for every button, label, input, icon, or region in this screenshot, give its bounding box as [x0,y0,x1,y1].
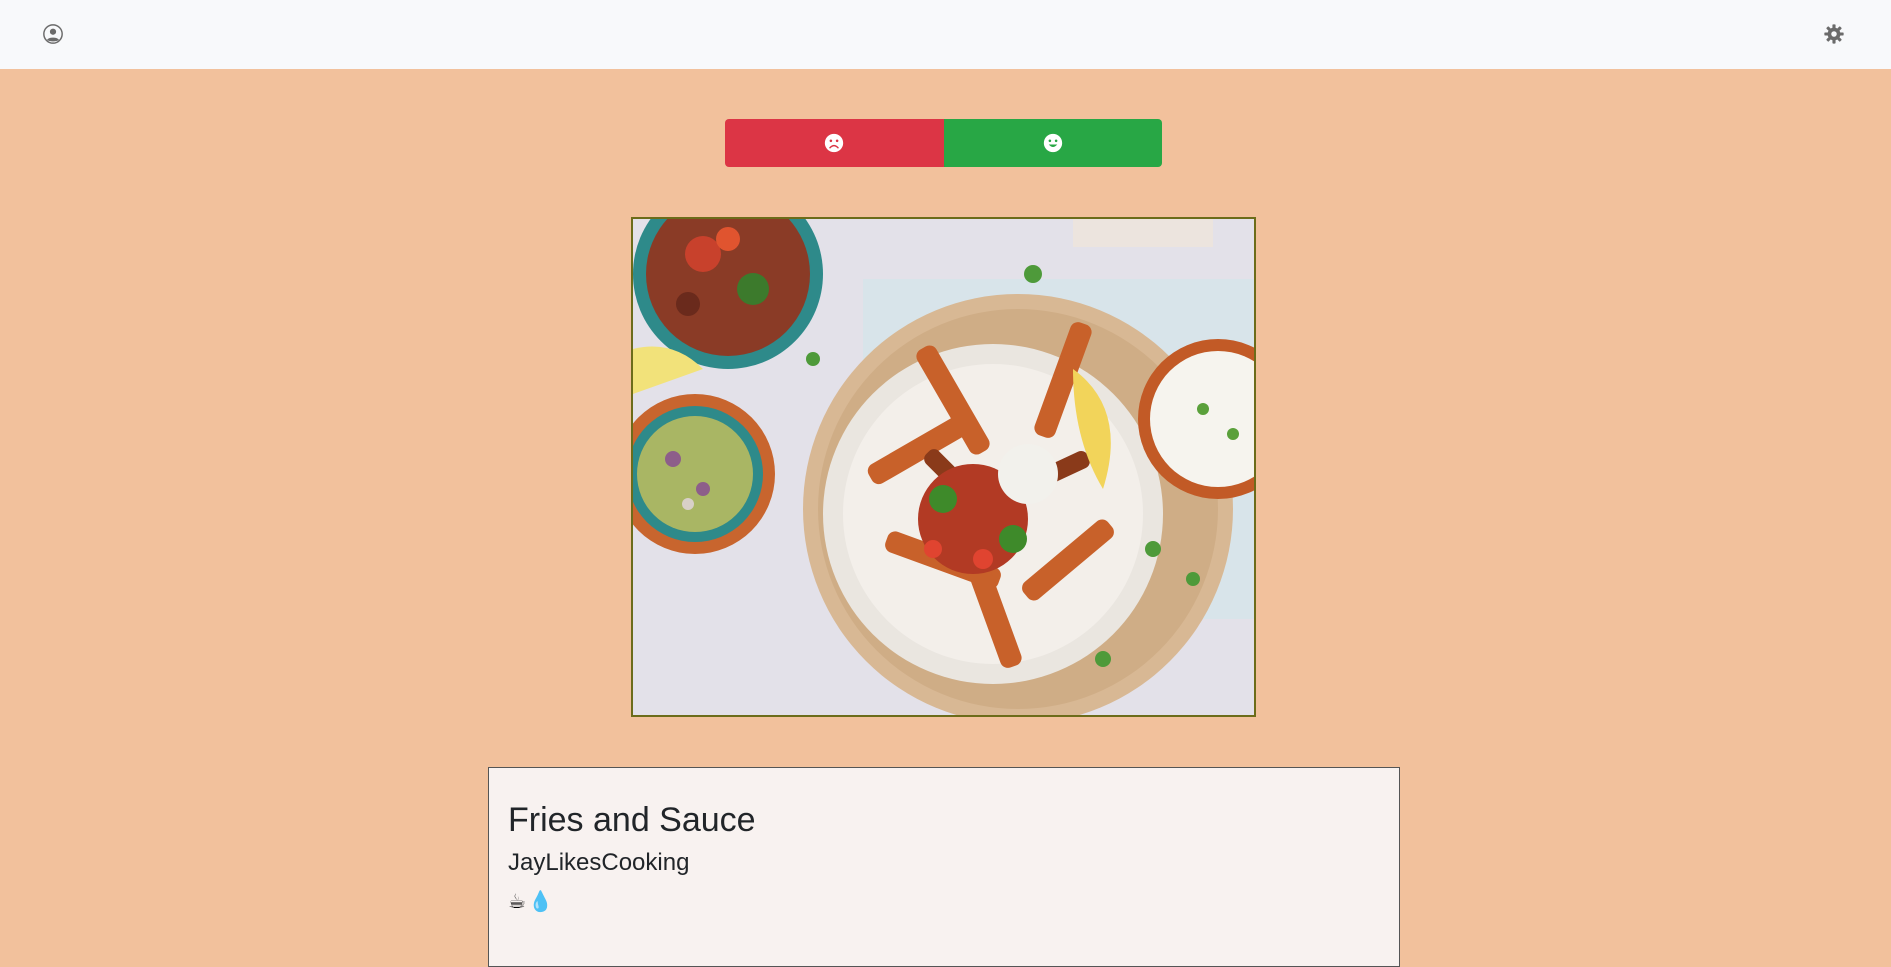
settings-button[interactable] [1822,22,1846,46]
droplet-icon: 💧 [527,890,553,913]
recipe-title: Fries and Sauce [508,801,756,839]
recipe-info-card: Fries and Sauce JayLikesCooking ☕ 💧 [488,767,1400,967]
recipe-tags: ☕ 💧 [508,889,1380,914]
top-navbar [0,0,1891,69]
gear-icon [1824,24,1844,44]
smile-icon [1043,133,1062,153]
food-photo [633,219,1254,715]
recipe-photo[interactable] [631,217,1256,717]
coffee-icon: ☕ [508,890,526,913]
dislike-button[interactable] [725,119,944,167]
frown-icon [825,133,844,153]
vote-button-group [725,119,1162,167]
like-button[interactable] [943,119,1162,167]
profile-button[interactable] [41,22,65,46]
user-circle-icon [43,24,63,44]
recipe-author: JayLikesCooking [508,848,690,876]
